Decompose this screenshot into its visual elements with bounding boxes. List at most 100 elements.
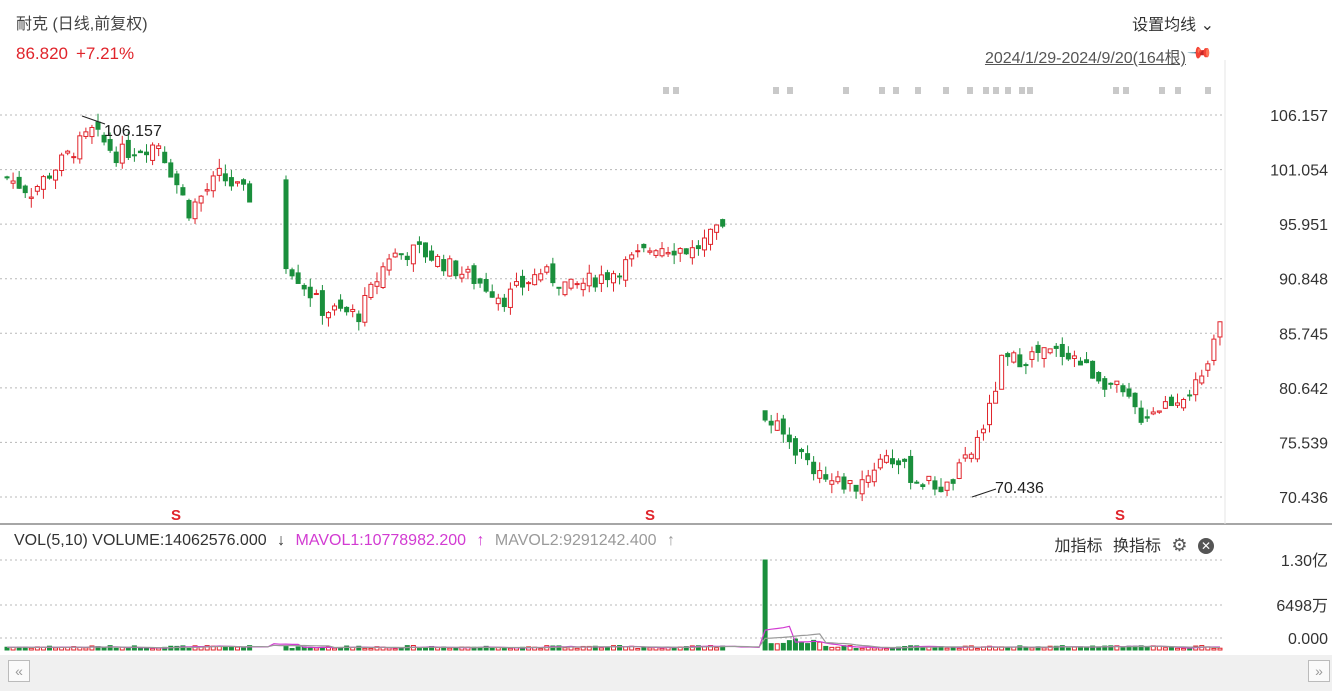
event-marker-icon[interactable] bbox=[843, 87, 849, 94]
candle-body bbox=[362, 294, 368, 323]
candle-body bbox=[902, 458, 908, 462]
chevron-down-icon: ⌄ bbox=[1200, 17, 1214, 34]
candle-body bbox=[1199, 375, 1205, 384]
min-pointer bbox=[971, 488, 997, 498]
candle-body bbox=[83, 131, 89, 137]
candle-body bbox=[987, 402, 993, 426]
candle-body bbox=[1150, 411, 1156, 415]
add-indicator-button[interactable]: 加指标 bbox=[1054, 538, 1102, 555]
dividend-marker-icon[interactable]: S bbox=[1115, 507, 1125, 524]
event-marker-icon[interactable] bbox=[1175, 87, 1181, 94]
event-marker-icon[interactable] bbox=[787, 87, 793, 94]
close-icon[interactable]: ✕ bbox=[1198, 538, 1214, 554]
candle-body bbox=[617, 275, 623, 278]
candle-body bbox=[714, 224, 720, 233]
candle-body bbox=[247, 183, 253, 203]
volume-bar bbox=[283, 645, 289, 651]
ma-setting-button[interactable]: 设置均线 ⌄ bbox=[1132, 11, 1214, 35]
candle-body bbox=[520, 275, 526, 288]
event-marker-icon[interactable] bbox=[943, 87, 949, 94]
candle-body bbox=[241, 179, 247, 185]
dividend-marker-icon[interactable]: S bbox=[171, 507, 181, 524]
event-marker-icon[interactable] bbox=[673, 87, 679, 94]
event-marker-icon[interactable] bbox=[1019, 87, 1025, 94]
candle-body bbox=[550, 263, 556, 284]
event-marker-icon[interactable] bbox=[1113, 87, 1119, 94]
candle-body bbox=[89, 126, 95, 138]
markers: 106.157 70.436 S S S bbox=[81, 87, 1211, 524]
candle-body bbox=[932, 480, 938, 490]
candle-body bbox=[301, 284, 307, 290]
candle-body bbox=[204, 189, 210, 192]
scroll-left-icon[interactable]: « bbox=[8, 660, 30, 682]
candle-body bbox=[453, 260, 459, 277]
candle-body bbox=[926, 475, 932, 482]
event-marker-icon[interactable] bbox=[773, 87, 779, 94]
volume-bar bbox=[1005, 647, 1011, 651]
candle-body bbox=[586, 272, 592, 287]
candle-body bbox=[483, 279, 489, 292]
candle-body bbox=[944, 481, 950, 491]
volume-bar bbox=[762, 559, 768, 651]
candle-body bbox=[137, 150, 143, 154]
candle-body bbox=[883, 455, 889, 463]
volume-bar bbox=[83, 647, 89, 651]
candle-body bbox=[477, 278, 483, 284]
event-marker-icon[interactable] bbox=[915, 87, 921, 94]
scrollbar[interactable] bbox=[0, 655, 1332, 691]
event-marker-icon[interactable] bbox=[967, 87, 973, 94]
volume-bar bbox=[944, 647, 950, 651]
event-marker-icon[interactable] bbox=[1027, 87, 1033, 94]
candle-body bbox=[671, 250, 677, 256]
candle-body bbox=[144, 151, 150, 156]
candle-body bbox=[53, 169, 59, 181]
event-marker-icon[interactable] bbox=[893, 87, 899, 94]
candle-body bbox=[1187, 394, 1193, 397]
candle-body bbox=[629, 254, 635, 260]
candle-body bbox=[344, 306, 350, 313]
volume-legend: VOL(5,10) VOLUME:14062576.000 ↓ MAVOL1:1… bbox=[14, 532, 675, 550]
event-marker-icon[interactable] bbox=[983, 87, 989, 94]
candle-body bbox=[683, 248, 689, 255]
candle-body bbox=[556, 286, 562, 289]
volume-bar bbox=[574, 647, 580, 651]
event-marker-icon[interactable] bbox=[1159, 87, 1165, 94]
event-marker-icon[interactable] bbox=[879, 87, 885, 94]
switch-indicator-button[interactable]: 换指标 bbox=[1113, 538, 1161, 555]
volume-bar bbox=[805, 643, 811, 651]
candle-body bbox=[920, 484, 926, 488]
gear-icon[interactable]: ⚙ bbox=[1171, 535, 1187, 555]
scroll-right-icon[interactable]: » bbox=[1308, 660, 1330, 682]
volume-bar bbox=[53, 647, 59, 651]
candle-body bbox=[113, 151, 119, 164]
volume-bar bbox=[222, 646, 228, 651]
candle-body bbox=[1156, 410, 1162, 413]
candle-body bbox=[889, 458, 895, 465]
candle-body bbox=[859, 479, 865, 495]
candle-body bbox=[835, 476, 841, 483]
volume-bar bbox=[1096, 647, 1102, 651]
candle-body bbox=[653, 250, 659, 256]
volume-bar bbox=[817, 641, 823, 651]
date-range[interactable]: 2024/1/29-2024/9/20(164根) bbox=[985, 44, 1186, 68]
y-axis-labels: 106.157 101.054 95.951 90.848 85.745 80.642 75… bbox=[1270, 108, 1328, 648]
candle-body bbox=[4, 176, 10, 179]
candle-body bbox=[131, 154, 137, 157]
candle-body bbox=[125, 139, 131, 158]
vol-arrow: ↓ bbox=[277, 532, 286, 549]
candle-body bbox=[908, 455, 914, 483]
dividend-marker-icon[interactable]: S bbox=[645, 507, 655, 524]
candle-body bbox=[647, 250, 653, 253]
event-marker-icon[interactable] bbox=[993, 87, 999, 94]
candle-body bbox=[562, 281, 568, 296]
event-marker-icon[interactable] bbox=[1123, 87, 1129, 94]
event-marker-icon[interactable] bbox=[1205, 87, 1211, 94]
candle-body bbox=[811, 461, 817, 475]
volume-bar bbox=[562, 647, 568, 651]
ma-setting-label: 设置均线 bbox=[1132, 17, 1197, 34]
candle-body bbox=[896, 460, 902, 466]
event-marker-icon[interactable] bbox=[663, 87, 669, 94]
volume-bar bbox=[234, 646, 240, 651]
candle-body bbox=[162, 151, 168, 164]
event-marker-icon[interactable] bbox=[1005, 87, 1011, 94]
